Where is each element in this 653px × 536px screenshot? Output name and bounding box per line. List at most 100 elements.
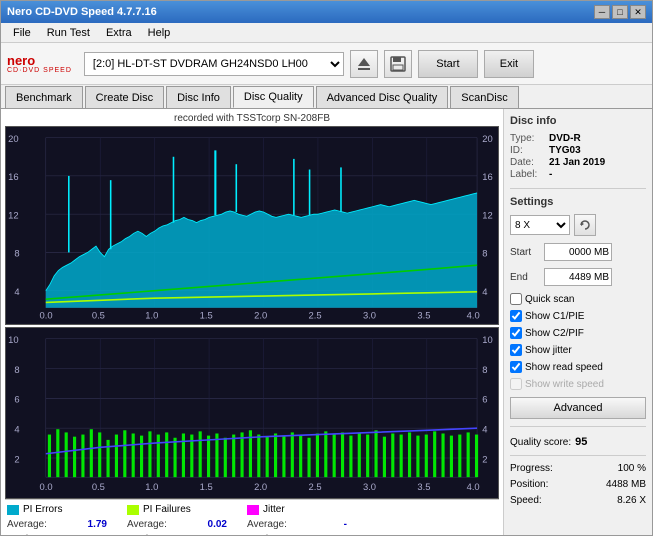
- jitter-avg-value: -: [344, 517, 347, 532]
- quick-scan-checkbox[interactable]: [510, 293, 522, 305]
- speed-display-value: 8.26 X: [617, 495, 646, 506]
- svg-text:2.5: 2.5: [309, 482, 322, 493]
- position-row: Position: 4488 MB: [510, 479, 646, 490]
- top-chart: 20 16 12 8 4 20 16 12 8 4 0.0 0.5: [5, 126, 499, 325]
- pi-failures-max-label: Maximum:: [127, 532, 173, 535]
- tab-disc-info[interactable]: Disc Info: [166, 86, 231, 108]
- drive-selector[interactable]: [2:0] HL-DT-ST DVDRAM GH24NSD0 LH00: [84, 52, 344, 76]
- position-label: Position:: [510, 479, 548, 490]
- svg-text:4: 4: [482, 287, 487, 298]
- tab-scandisc[interactable]: ScanDisc: [450, 86, 518, 108]
- show-c1pie-label: Show C1/PIE: [525, 311, 584, 322]
- svg-text:16: 16: [482, 172, 492, 183]
- nero-logo-text: nero: [7, 54, 35, 67]
- quick-scan-label: Quick scan: [525, 294, 574, 305]
- svg-text:3.0: 3.0: [363, 482, 376, 493]
- show-read-speed-checkbox[interactable]: [510, 361, 522, 373]
- top-chart-svg: 20 16 12 8 4 20 16 12 8 4 0.0 0.5: [6, 127, 498, 324]
- disc-type-value: DVD-R: [549, 133, 581, 144]
- svg-text:2.5: 2.5: [309, 310, 322, 321]
- show-write-speed-checkbox: [510, 378, 522, 390]
- pi-failures-stats: Average: 0.02 Maximum: 2 Total: 2316: [127, 517, 227, 535]
- svg-text:3.5: 3.5: [417, 310, 430, 321]
- position-value: 4488 MB: [606, 479, 646, 490]
- svg-text:3.0: 3.0: [363, 310, 376, 321]
- svg-text:20: 20: [8, 134, 18, 145]
- svg-text:2: 2: [482, 454, 487, 465]
- close-button[interactable]: ✕: [630, 5, 646, 19]
- divider-3: [510, 455, 646, 456]
- start-mb-input[interactable]: [544, 243, 612, 261]
- exit-button[interactable]: Exit: [484, 50, 534, 78]
- speed-refresh-button[interactable]: [574, 214, 596, 236]
- chart-title: recorded with TSSTcorp SN-208FB: [5, 113, 499, 124]
- tab-benchmark[interactable]: Benchmark: [5, 86, 83, 108]
- svg-text:10: 10: [482, 335, 492, 346]
- show-c2pif-row: Show C2/PIF: [510, 327, 646, 339]
- menu-file[interactable]: File: [5, 25, 39, 41]
- legend-jitter-header: Jitter: [247, 504, 347, 515]
- svg-text:2.0: 2.0: [254, 310, 267, 321]
- show-c2pif-checkbox[interactable]: [510, 327, 522, 339]
- menu-extra[interactable]: Extra: [98, 25, 140, 41]
- pi-errors-max-row: Maximum: 15: [7, 532, 107, 535]
- show-write-speed-row: Show write speed: [510, 378, 646, 390]
- speed-display-label: Speed:: [510, 495, 542, 506]
- divider-2: [510, 426, 646, 427]
- disc-type-row: Type: DVD-R: [510, 133, 646, 144]
- save-icon-button[interactable]: [384, 50, 412, 78]
- quick-scan-row: Quick scan: [510, 293, 646, 305]
- minimize-button[interactable]: ─: [594, 5, 610, 19]
- jitter-max-row: Maximum: -: [247, 532, 347, 535]
- pi-errors-avg-value: 1.79: [88, 517, 107, 532]
- quality-score-row: Quality score: 95: [510, 436, 646, 448]
- main-content: recorded with TSSTcorp SN-208FB: [1, 109, 652, 535]
- svg-text:10: 10: [8, 335, 18, 346]
- show-c1pie-checkbox[interactable]: [510, 310, 522, 322]
- svg-text:6: 6: [14, 394, 19, 405]
- pi-errors-label: PI Errors: [23, 504, 62, 515]
- pi-errors-max-label: Maximum:: [7, 532, 53, 535]
- tab-create-disc[interactable]: Create Disc: [85, 86, 164, 108]
- quality-score-value: 95: [575, 436, 587, 448]
- jitter-label: Jitter: [263, 504, 285, 515]
- svg-text:4: 4: [14, 424, 19, 435]
- progress-row: Progress: 100 %: [510, 463, 646, 474]
- maximize-button[interactable]: □: [612, 5, 628, 19]
- menu-help[interactable]: Help: [140, 25, 179, 41]
- end-mb-label: End: [510, 272, 540, 283]
- svg-text:4.0: 4.0: [467, 310, 480, 321]
- settings-title: Settings: [510, 196, 646, 208]
- tab-advanced-disc-quality[interactable]: Advanced Disc Quality: [316, 86, 449, 108]
- svg-text:8: 8: [482, 249, 487, 260]
- legend-jitter: Jitter Average: - Maximum: - PO failures…: [247, 504, 347, 535]
- start-mb-label: Start: [510, 247, 540, 258]
- pi-failures-max-value: 2: [221, 532, 227, 535]
- start-button[interactable]: Start: [418, 50, 478, 78]
- show-c1pie-row: Show C1/PIE: [510, 310, 646, 322]
- disc-label-row: Label: -: [510, 169, 646, 180]
- advanced-button[interactable]: Advanced: [510, 397, 646, 419]
- pi-errors-max-value: 15: [96, 532, 107, 535]
- menu-run-test[interactable]: Run Test: [39, 25, 98, 41]
- svg-text:8: 8: [14, 364, 19, 375]
- end-mb-input[interactable]: [544, 268, 612, 286]
- show-jitter-checkbox[interactable]: [510, 344, 522, 356]
- disc-id-row: ID: TYG03: [510, 145, 646, 156]
- svg-text:2.0: 2.0: [254, 482, 267, 493]
- eject-icon-button[interactable]: [350, 50, 378, 78]
- right-panel: Disc info Type: DVD-R ID: TYG03 Date: 21…: [504, 109, 652, 535]
- pi-failures-avg-label: Average:: [127, 517, 167, 532]
- show-jitter-label: Show jitter: [525, 345, 572, 356]
- main-window: Nero CD-DVD Speed 4.7.7.16 ─ □ ✕ File Ru…: [0, 0, 653, 536]
- svg-text:4.0: 4.0: [467, 482, 480, 493]
- svg-text:0.0: 0.0: [39, 482, 52, 493]
- svg-text:6: 6: [482, 394, 487, 405]
- speed-select[interactable]: 8 X: [510, 215, 570, 235]
- legend-pi-failures-header: PI Failures: [127, 504, 227, 515]
- svg-text:4: 4: [14, 287, 19, 298]
- pi-errors-color: [7, 505, 19, 515]
- tab-disc-quality[interactable]: Disc Quality: [233, 86, 314, 108]
- quality-score-label: Quality score:: [510, 437, 571, 448]
- tab-bar: Benchmark Create Disc Disc Info Disc Qua…: [1, 85, 652, 109]
